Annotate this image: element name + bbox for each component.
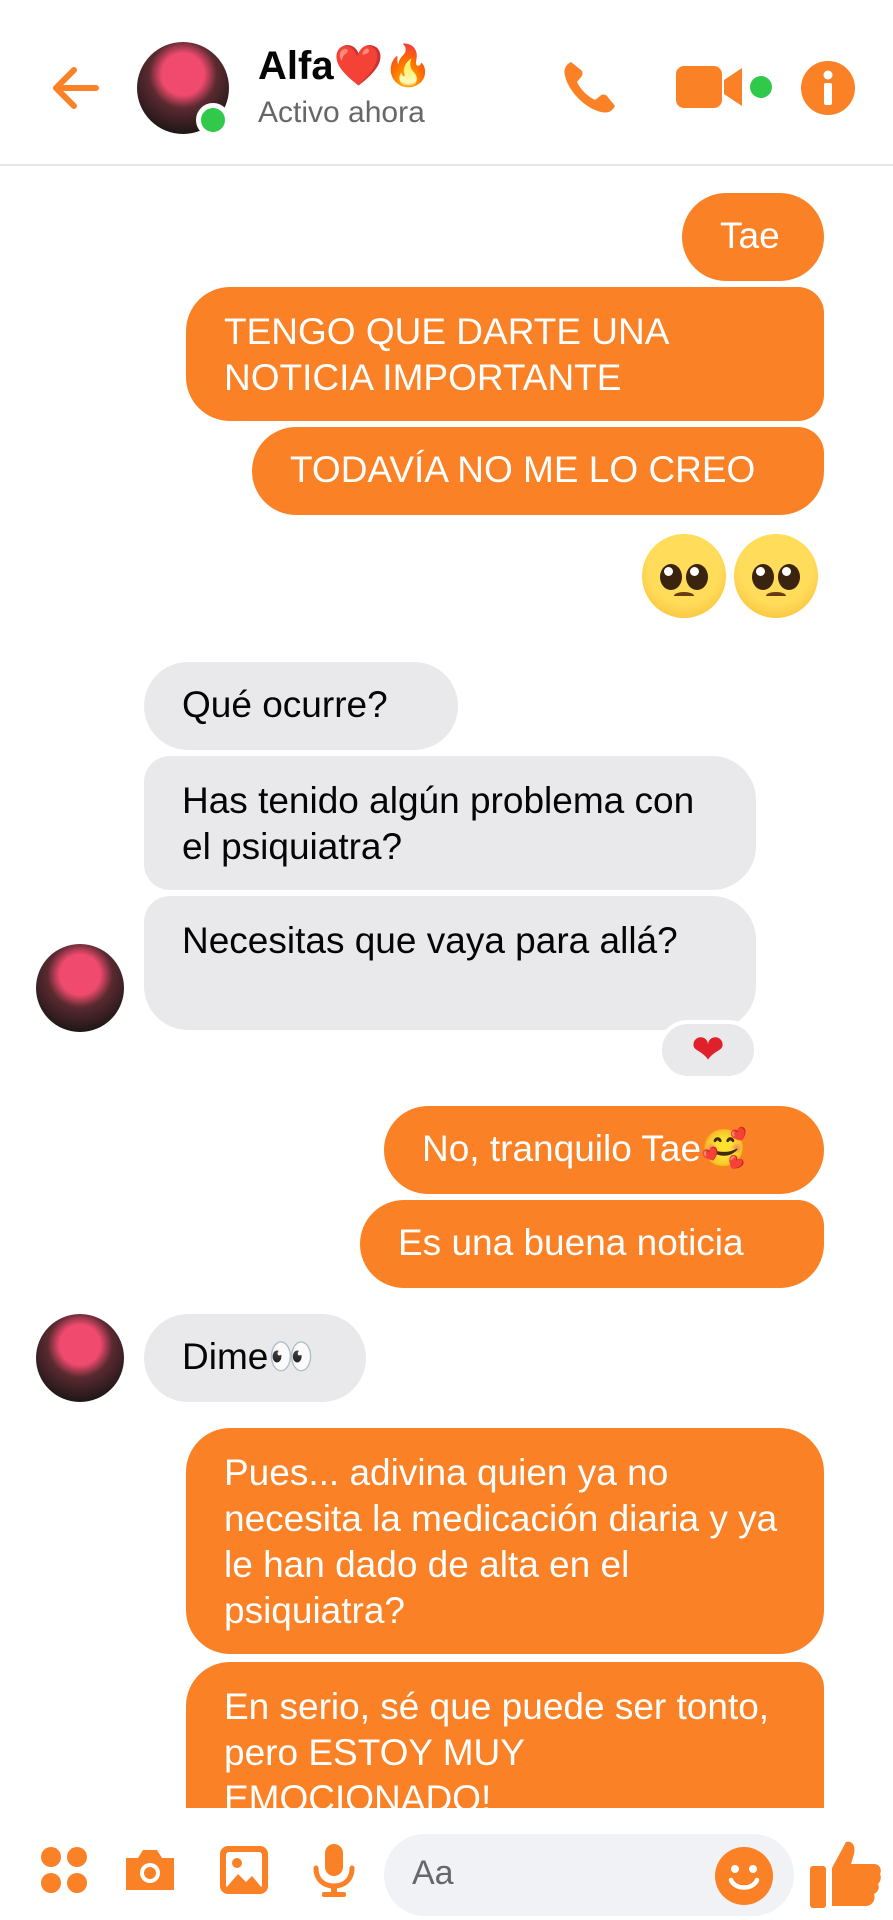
chat-header: Alfa❤️🔥 Activo ahora (0, 0, 893, 166)
emoji-icon[interactable] (714, 1846, 774, 1906)
message-bubble-out[interactable]: TENGO QUE DARTE UNA NOTICIA IMPORTANTE (186, 287, 824, 421)
message-bubble-out[interactable]: Pues... adivina quien ya no necesita la … (186, 1428, 824, 1654)
message-bubble-in[interactable]: Qué ocurre? (144, 662, 458, 750)
contact-avatar-small[interactable] (36, 944, 124, 1032)
info-icon[interactable] (800, 60, 856, 116)
contact-avatar-small[interactable] (36, 1314, 124, 1402)
gallery-icon[interactable] (216, 1842, 272, 1898)
phone-icon[interactable] (557, 54, 623, 120)
apps-grid-icon[interactable] (36, 1842, 92, 1898)
thumbs-up-icon[interactable] (808, 1836, 884, 1912)
message-bubble-in[interactable]: Dime👀 (144, 1314, 366, 1402)
contact-status: Activo ahora (258, 96, 425, 129)
message-input[interactable]: Aa (384, 1834, 794, 1916)
message-bubble-out[interactable]: Tae (682, 193, 824, 281)
heart-reaction[interactable]: ❤ (658, 1020, 758, 1080)
online-status-dot (196, 103, 230, 137)
message-bubble-in[interactable]: Has tenido algún problema con el psiquia… (144, 756, 756, 890)
emoji-message[interactable] (640, 532, 824, 620)
message-bubble-in[interactable]: Necesitas que vaya para allá? (144, 896, 756, 1030)
pleading-face-emoji (642, 534, 726, 618)
contact-name[interactable]: Alfa❤️🔥 (258, 42, 433, 89)
camera-icon[interactable] (122, 1842, 178, 1898)
microphone-icon[interactable] (306, 1842, 362, 1898)
video-camera-icon[interactable] (674, 62, 746, 112)
pleading-face-emoji (734, 534, 818, 618)
message-bubble-out[interactable]: No, tranquilo Tae🥰 (384, 1106, 824, 1194)
message-bubble-out[interactable]: En serio, sé que puede ser tonto, pero E… (186, 1662, 824, 1808)
message-bubble-out[interactable]: TODAVÍA NO ME LO CREO (252, 427, 824, 515)
message-bubble-out[interactable]: Es una buena noticia (360, 1200, 824, 1288)
video-active-dot (750, 76, 772, 98)
message-input-placeholder: Aa (412, 1854, 454, 1892)
back-arrow-icon[interactable] (46, 58, 106, 118)
message-composer: Aa (0, 1810, 893, 1920)
